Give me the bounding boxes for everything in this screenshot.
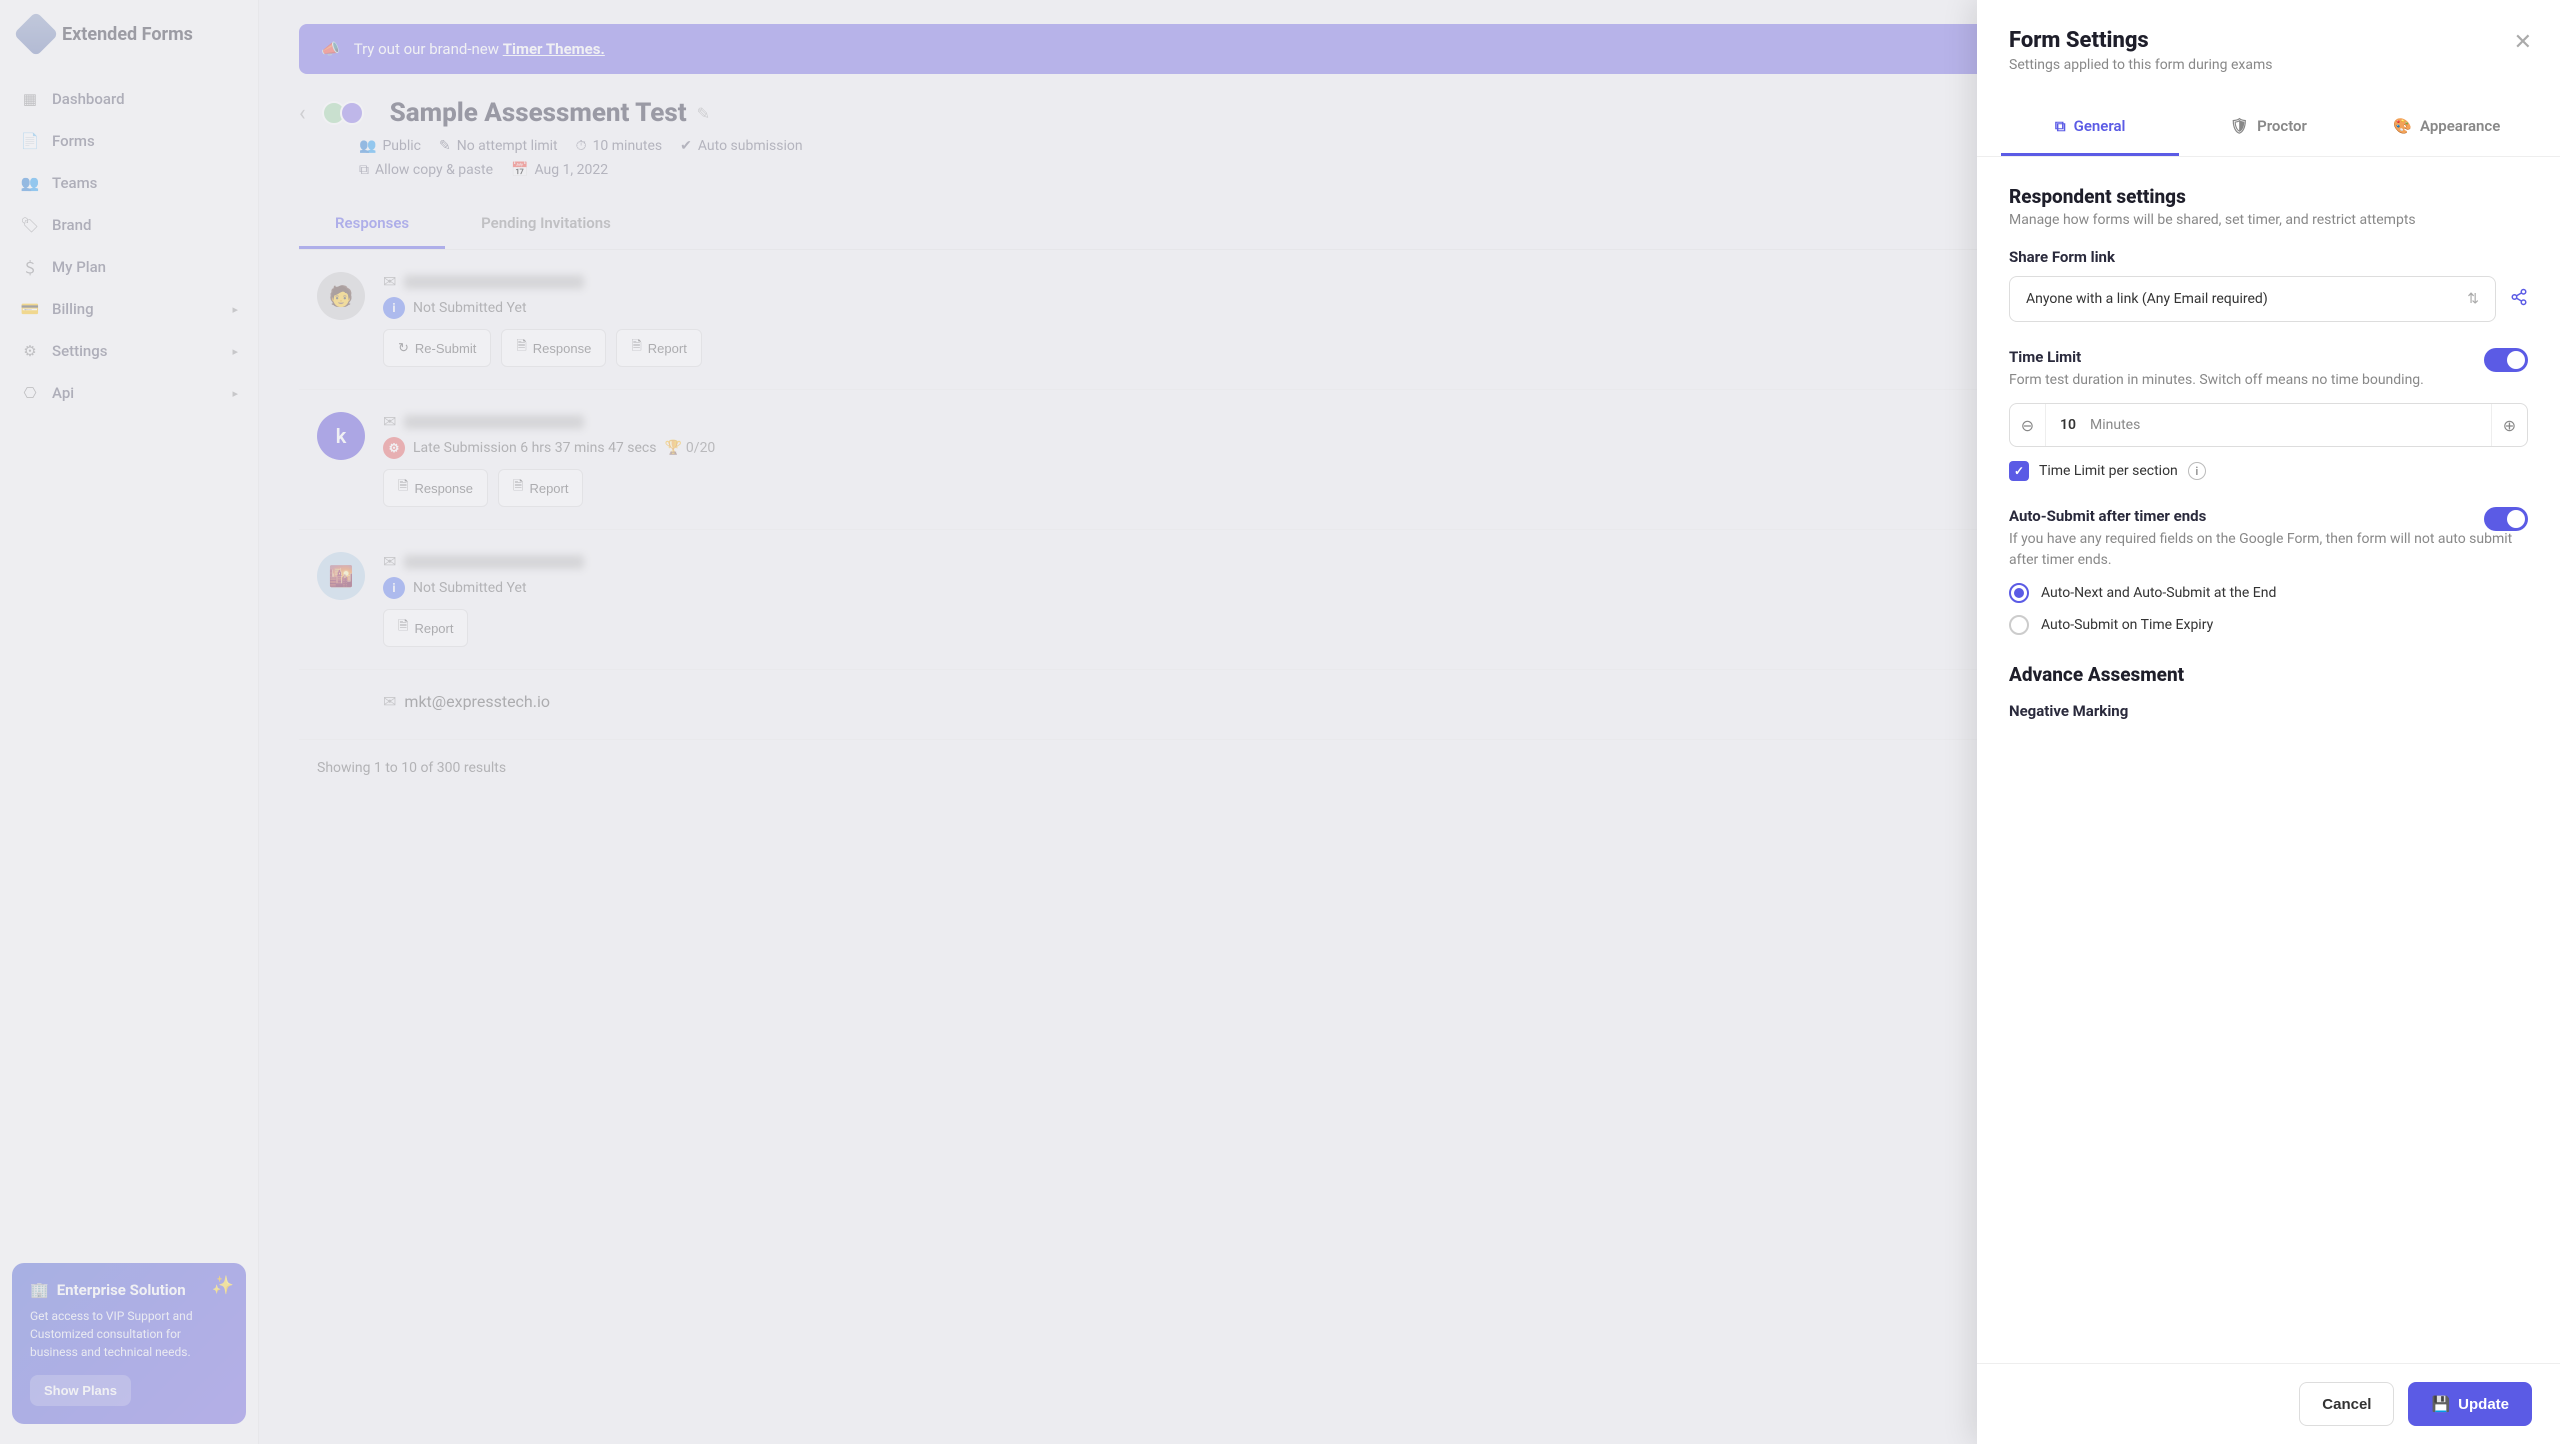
share-select[interactable]: Anyone with a link (Any Email required) … xyxy=(2009,276,2496,322)
drawer-footer: Cancel 💾Update xyxy=(1977,1363,2560,1444)
time-limit-block: Time Limit xyxy=(2009,348,2528,366)
save-icon: 💾 xyxy=(2431,1395,2450,1413)
stepper-value[interactable]: 10Minutes xyxy=(2046,404,2491,446)
drawer-title: Form Settings xyxy=(2009,28,2528,53)
tab-appearance[interactable]: 🎨Appearance xyxy=(2358,99,2536,156)
chevron-updown-icon: ⇅ xyxy=(2467,291,2479,307)
close-button[interactable]: ✕ xyxy=(2514,30,2532,55)
section-title: Respondent settings xyxy=(2009,185,2528,208)
advance-title: Advance Assesment xyxy=(2009,663,2528,686)
auto-submit-toggle[interactable] xyxy=(2484,507,2528,531)
update-button[interactable]: 💾Update xyxy=(2408,1382,2532,1426)
share-icon[interactable] xyxy=(2510,287,2528,312)
time-stepper: ⊖ 10Minutes ⊕ xyxy=(2009,403,2528,447)
settings-drawer: Form Settings Settings applied to this f… xyxy=(1977,0,2560,1444)
auto-submit-desc: If you have any required fields on the G… xyxy=(2009,529,2528,571)
decrement-button[interactable]: ⊖ xyxy=(2010,404,2046,446)
drawer-subtitle: Settings applied to this form during exa… xyxy=(2009,57,2528,73)
share-label: Share Form link xyxy=(2009,248,2528,266)
auto-submit-block: Auto-Submit after timer ends xyxy=(2009,507,2528,525)
radio-icon[interactable] xyxy=(2009,615,2029,635)
drawer-tabs: ⧉General 🛡Proctor 🎨Appearance xyxy=(1977,99,2560,157)
time-limit-desc: Form test duration in minutes. Switch of… xyxy=(2009,370,2528,391)
palette-icon: 🎨 xyxy=(2393,117,2412,135)
radio-label: Auto-Next and Auto-Submit at the End xyxy=(2041,585,2276,601)
drawer-header: Form Settings Settings applied to this f… xyxy=(1977,0,2560,85)
shield-icon: 🛡 xyxy=(2230,117,2249,135)
tab-general[interactable]: ⧉General xyxy=(2001,99,2179,156)
checkbox-checked-icon[interactable]: ✓ xyxy=(2009,461,2029,481)
negative-marking-label: Negative Marking xyxy=(2009,702,2528,720)
drawer-body: Respondent settings Manage how forms wil… xyxy=(1977,157,2560,1363)
share-row: Anyone with a link (Any Email required) … xyxy=(2009,276,2528,322)
code-icon: ⧉ xyxy=(2055,117,2066,135)
section-header: Respondent settings Manage how forms wil… xyxy=(2009,185,2528,228)
checkbox-label: Time Limit per section xyxy=(2039,463,2178,479)
per-section-row[interactable]: ✓ Time Limit per section i xyxy=(2009,461,2528,481)
time-limit-toggle[interactable] xyxy=(2484,348,2528,372)
section-subtitle: Manage how forms will be shared, set tim… xyxy=(2009,212,2528,228)
tab-proctor[interactable]: 🛡Proctor xyxy=(2179,99,2357,156)
radio-label: Auto-Submit on Time Expiry xyxy=(2041,617,2213,633)
increment-button[interactable]: ⊕ xyxy=(2491,404,2527,446)
radio-option-2[interactable]: Auto-Submit on Time Expiry xyxy=(2009,615,2528,635)
radio-checked-icon[interactable] xyxy=(2009,583,2029,603)
radio-option-1[interactable]: Auto-Next and Auto-Submit at the End xyxy=(2009,583,2528,603)
select-value: Anyone with a link (Any Email required) xyxy=(2026,291,2268,307)
cancel-button[interactable]: Cancel xyxy=(2299,1382,2394,1426)
time-limit-label: Time Limit xyxy=(2009,348,2528,366)
auto-submit-label: Auto-Submit after timer ends xyxy=(2009,507,2528,525)
info-icon[interactable]: i xyxy=(2188,462,2206,480)
